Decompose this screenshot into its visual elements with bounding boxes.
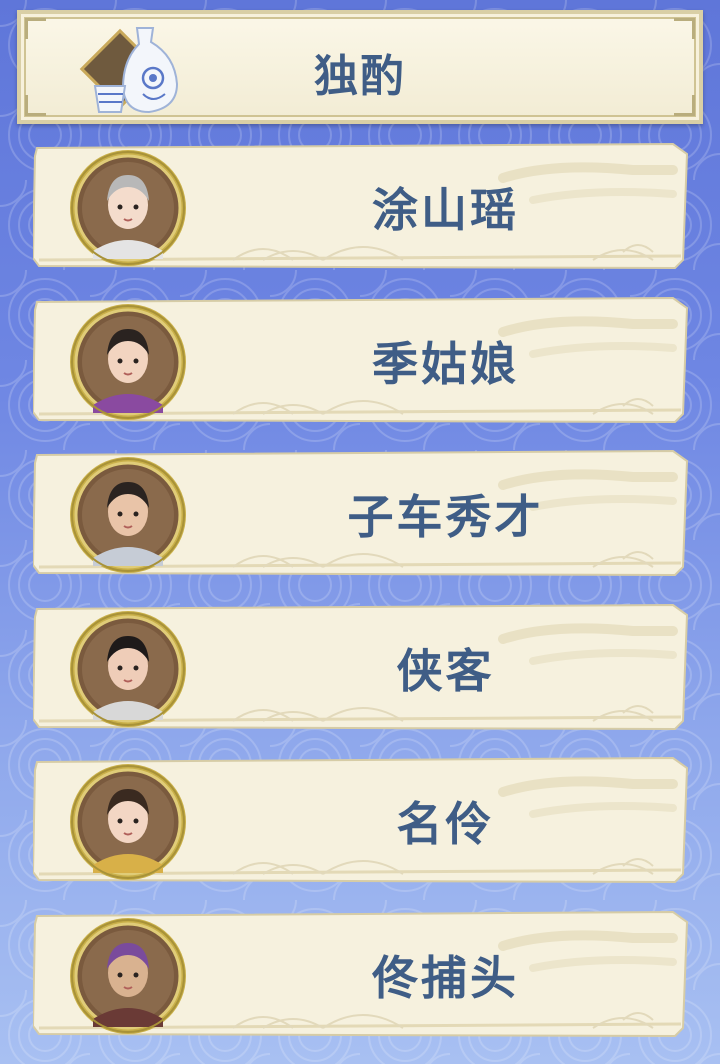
character-list-item[interactable]: 涂山瑶 bbox=[33, 142, 688, 270]
character-name: 侠客 bbox=[396, 644, 495, 698]
character-list-item[interactable]: 侠客 bbox=[33, 603, 688, 731]
corner-ornament bbox=[674, 18, 695, 39]
swordsman-with-hat-portrait bbox=[70, 611, 186, 727]
character-list-item[interactable]: 季姑娘 bbox=[33, 296, 688, 424]
scholar-portrait bbox=[70, 457, 186, 573]
header-banner: 独酌 bbox=[17, 10, 703, 124]
character-name: 名伶 bbox=[396, 797, 495, 851]
character-list-item[interactable]: 名伶 bbox=[33, 756, 688, 884]
character-name: 涂山瑶 bbox=[372, 183, 519, 237]
character-name: 佟捕头 bbox=[372, 951, 519, 1005]
constable-portrait bbox=[70, 918, 186, 1034]
character-name: 子车秀才 bbox=[347, 490, 544, 544]
page-title: 独酌 bbox=[314, 51, 406, 102]
character-name: 季姑娘 bbox=[372, 337, 519, 391]
corner-ornament bbox=[25, 18, 46, 39]
character-list-item[interactable]: 佟捕头 bbox=[33, 910, 688, 1038]
fox-spirit-girl-portrait bbox=[70, 150, 186, 266]
young-lady-portrait bbox=[70, 304, 186, 420]
opera-singer-portrait bbox=[70, 764, 186, 880]
character-list-item[interactable]: 子车秀才 bbox=[33, 449, 688, 577]
